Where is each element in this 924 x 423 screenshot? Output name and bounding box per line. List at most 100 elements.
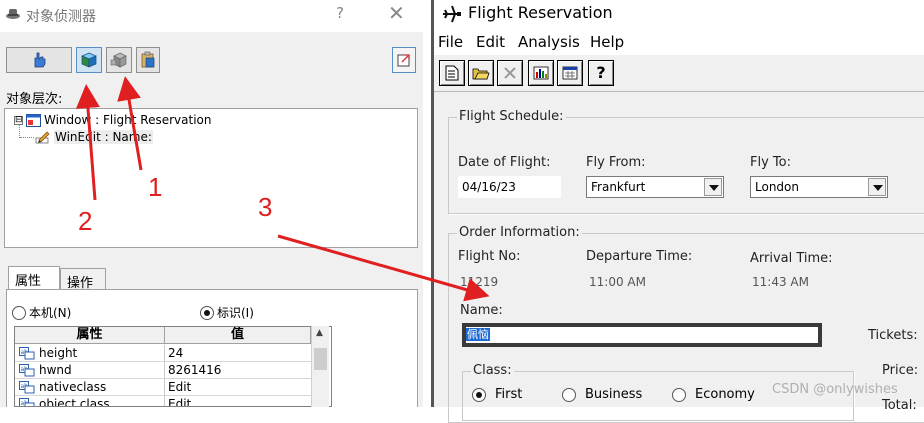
object-spy-window: 对象侦测器 ? ✕ 对象层次: ⊟ Window: Flight Reserv… (0, 0, 423, 407)
property-type-icon: ab (19, 363, 35, 376)
date-of-flight-field[interactable]: 04/16/23 (458, 176, 561, 198)
class-business-label: Business (585, 387, 643, 402)
native-object-button[interactable] (106, 47, 132, 73)
scroll-thumb[interactable] (314, 348, 327, 370)
radio-identification-circle (200, 305, 214, 320)
property-value: 8261416 (168, 363, 222, 377)
property-name: hwnd (39, 363, 72, 377)
property-value: Edit (168, 397, 192, 407)
radio-native-circle (12, 305, 26, 320)
tree-node-winedit[interactable]: WinEdit : Name: (35, 129, 153, 145)
object-button[interactable] (76, 47, 102, 73)
table-row[interactable]: ab hwnd 8261416 (15, 362, 311, 379)
tab-properties[interactable]: 属性 (8, 266, 60, 291)
object-hierarchy-tree[interactable]: ⊟ Window : Flight Reservation WinEdit : … (4, 108, 418, 248)
radio-identification[interactable]: 标识(I) (200, 304, 254, 321)
fly-to-label: Fly To: (750, 155, 791, 170)
graph-button[interactable] (528, 60, 554, 86)
tree-node-window[interactable]: ⊟ Window : Flight Reservation (14, 112, 212, 128)
radio-business-circle (562, 387, 576, 402)
class-first-radio[interactable]: First (472, 387, 522, 402)
menu-analysis[interactable]: Analysis (518, 33, 580, 51)
fly-from-select[interactable]: Frankfurt (586, 176, 724, 198)
window-toggle-button[interactable] (392, 47, 416, 73)
class-business-radio[interactable]: Business (562, 387, 642, 402)
object-cube-gray-icon (110, 52, 127, 68)
scroll-up-icon[interactable]: ▲ (316, 328, 323, 338)
airplane-icon (443, 5, 461, 23)
property-name: object class (39, 397, 110, 407)
class-title: Class: (471, 363, 514, 378)
name-label: Name: (460, 303, 503, 318)
copy-button[interactable] (136, 47, 160, 73)
chevron-down-icon[interactable] (704, 178, 722, 196)
property-name: nativeclass (39, 380, 107, 394)
edit-pencil-icon (35, 131, 50, 144)
total-label: Total: (882, 398, 917, 413)
grid-scrollbar[interactable]: ▲ (311, 326, 329, 407)
table-row[interactable]: ab object class Edit (15, 396, 311, 407)
flight-schedule-title: Flight Schedule: (457, 109, 566, 124)
menu-edit[interactable]: Edit (476, 33, 505, 51)
table-row[interactable]: ab nativeclass Edit (15, 379, 311, 396)
radio-economy-circle (672, 387, 686, 402)
close-button[interactable]: ✕ (388, 1, 405, 25)
panel-edge (419, 289, 423, 407)
delete-order-button[interactable] (497, 60, 523, 86)
arrival-time-value: 11:43 AM (752, 275, 809, 289)
window-toggle-icon (397, 54, 410, 67)
date-of-flight-label: Date of Flight: (458, 155, 551, 170)
column-header-property[interactable]: 属性 (15, 327, 165, 343)
object-hierarchy-label: 对象层次: (6, 92, 63, 107)
class-economy-radio[interactable]: Economy (672, 387, 755, 402)
menu-file[interactable]: File (438, 33, 463, 51)
property-name-cell: ab hwnd (15, 362, 165, 378)
order-information-title: Order Information: (457, 225, 582, 240)
spy-app-icon (6, 9, 20, 19)
help-button[interactable]: ? (336, 4, 344, 22)
new-order-button[interactable] (439, 60, 465, 86)
radio-first-circle (472, 387, 486, 402)
table-row[interactable]: ab height 24 (15, 345, 311, 362)
property-type-icon: ab (19, 380, 35, 393)
name-input[interactable]: 佩恼 (462, 323, 822, 347)
property-grid[interactable]: 属性 值 ab height 24 ab hwnd 8261416 ab nat… (14, 326, 332, 407)
chevron-down-icon[interactable] (868, 178, 886, 196)
property-type-icon: ab (19, 397, 35, 406)
annotation-number-1: 1 (148, 172, 163, 202)
open-folder-icon (472, 68, 490, 80)
help-button[interactable]: ? (588, 60, 614, 86)
flight-no-value: 11219 (460, 275, 499, 289)
column-header-value[interactable]: 值 (165, 327, 311, 343)
class-economy-label: Economy (695, 387, 755, 402)
grid-header: 属性 值 (15, 327, 311, 344)
departure-time-value: 11:00 AM (589, 275, 646, 289)
flight-no-label: Flight No: (458, 249, 521, 264)
menubar: File Edit Analysis Help (434, 29, 924, 55)
radio-native[interactable]: 本机(N) (12, 304, 71, 321)
property-name-cell: ab nativeclass (15, 379, 165, 395)
radio-native-label: 本机(N) (29, 306, 72, 320)
tree-node-label: Window : Flight Reservation (44, 113, 212, 127)
report-button[interactable] (557, 60, 583, 86)
collapse-icon[interactable]: ⊟ (14, 115, 23, 125)
spy-title: 对象侦测器 (26, 9, 96, 25)
fly-from-label: Fly From: (586, 155, 646, 170)
toolbar-separator (434, 91, 924, 92)
radio-identification-label: 标识(I) (217, 306, 254, 320)
open-order-button[interactable] (468, 60, 494, 86)
pointing-hand-button[interactable] (6, 47, 72, 73)
annotation-number-3: 3 (258, 192, 273, 222)
object-cube-icon (81, 52, 97, 68)
tab-operations[interactable]: 操作 (60, 268, 106, 291)
class-first-label: First (495, 387, 523, 402)
spy-titlebar: 对象侦测器 ? ✕ (0, 0, 423, 32)
menu-help[interactable]: Help (590, 33, 624, 51)
tickets-label: Tickets: (868, 328, 918, 343)
fly-to-select[interactable]: London (750, 176, 888, 198)
property-value: Edit (168, 380, 192, 394)
fly-to-value: London (755, 180, 799, 194)
annotation-number-2: 2 (78, 206, 93, 236)
tree-node-label: WinEdit : Name: (54, 130, 153, 144)
name-input-value: 佩恼 (466, 328, 490, 341)
